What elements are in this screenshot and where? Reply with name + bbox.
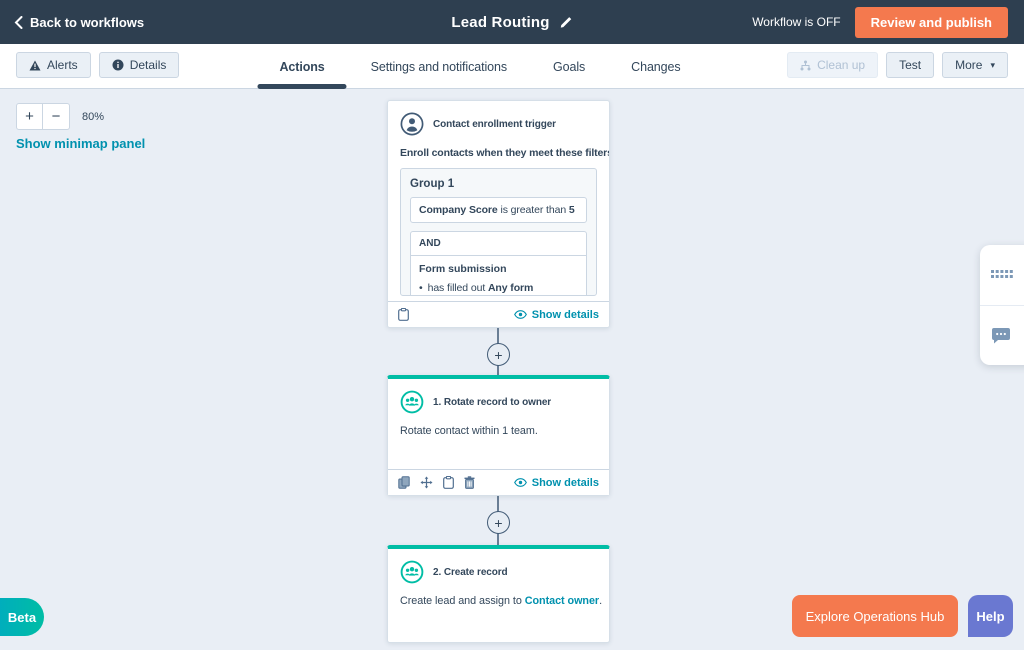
alerts-button[interactable]: Alerts — [16, 52, 91, 78]
details-label: Details — [130, 58, 167, 72]
enroll-filters-subtitle: Enroll contacts when they meet these fil… — [400, 147, 597, 159]
trigger-card-header: Contact enrollment trigger — [400, 112, 597, 136]
add-action-button-2[interactable]: + — [487, 511, 510, 534]
caret-down-icon: ▾ — [990, 60, 995, 71]
comment-bubble-icon — [991, 327, 1011, 344]
edit-pencil-icon[interactable] — [560, 16, 573, 29]
workflow-status-text: Workflow is OFF — [752, 15, 840, 29]
toolbar-left: Alerts Details — [16, 52, 179, 78]
test-button[interactable]: Test — [886, 52, 934, 78]
branch-icon — [800, 60, 811, 71]
trigger-show-details-label: Show details — [532, 309, 599, 321]
form-submission-detail: • has filled out Any form submission on … — [419, 281, 578, 296]
filter-group: Group 1 Company Score is greater than 5 … — [400, 168, 597, 296]
info-circle-icon — [112, 59, 124, 71]
contact-enrollment-trigger-card[interactable]: Contact enrollment trigger Enroll contac… — [387, 100, 610, 328]
back-label: Back to workflows — [30, 15, 144, 30]
tab-actions[interactable]: Actions — [279, 44, 324, 89]
review-and-publish-button[interactable]: Review and publish — [855, 7, 1008, 38]
filter-form-submission[interactable]: AND Form submission • has filled out Any… — [410, 231, 587, 296]
toolbar-right: Clean up Test More ▾ — [787, 52, 1008, 78]
warning-triangle-icon — [29, 60, 41, 71]
zoom-controls: + − 80% — [16, 103, 104, 130]
create-card-header: 2. Create record — [400, 560, 597, 584]
workflow-title-wrap: Lead Routing — [451, 14, 572, 31]
top-navigation-bar: Back to workflows Lead Routing Workflow … — [0, 0, 1024, 44]
eye-icon — [514, 310, 527, 319]
clean-up-button[interactable]: Clean up — [787, 52, 878, 78]
form-submission-body: Form submission • has filled out Any for… — [411, 256, 586, 296]
top-right-actions: Workflow is OFF Review and publish — [752, 7, 1008, 38]
contact-owner-link[interactable]: Contact owner — [525, 595, 599, 607]
more-button[interactable]: More ▾ — [942, 52, 1008, 78]
dotted-grid-icon — [991, 270, 1013, 279]
details-button[interactable]: Details — [99, 52, 180, 78]
alerts-label: Alerts — [47, 58, 78, 72]
tab-goals[interactable]: Goals — [553, 44, 585, 89]
workflow-title: Lead Routing — [451, 14, 549, 31]
create-card-title: 2. Create record — [433, 567, 508, 578]
help-button[interactable]: Help — [968, 595, 1013, 637]
show-minimap-link[interactable]: Show minimap panel — [16, 136, 145, 151]
clipboard-icon[interactable] — [443, 476, 454, 489]
tab-settings-and-notifications[interactable]: Settings and notifications — [371, 44, 507, 89]
rotate-card-footer: Show details — [388, 469, 609, 495]
filter-company-score[interactable]: Company Score is greater than 5 — [410, 197, 587, 223]
zoom-in-button[interactable]: + — [16, 103, 43, 130]
bullet-glyph: • — [419, 281, 423, 296]
trigger-card-footer: Show details — [388, 301, 609, 327]
tab-changes[interactable]: Changes — [631, 44, 680, 89]
add-action-button-1[interactable]: + — [487, 343, 510, 366]
move-icon[interactable] — [420, 476, 433, 489]
zoom-level-text: 80% — [82, 111, 104, 123]
team-record-icon — [400, 560, 424, 584]
back-to-workflows-link[interactable]: Back to workflows — [14, 15, 144, 30]
eye-icon — [514, 478, 527, 487]
action-card-create-record[interactable]: 2. Create record Create lead and assign … — [387, 545, 610, 643]
filter-operator: is greater than — [498, 204, 569, 216]
form-submission-title: Form submission — [419, 263, 578, 275]
rotate-card-body: Rotate contact within 1 team. — [400, 425, 597, 437]
clipboard-icon[interactable] — [398, 308, 409, 321]
clean-up-label: Clean up — [817, 58, 865, 72]
filter-value: 5 — [569, 204, 575, 216]
rotate-card-title: 1. Rotate record to owner — [433, 397, 551, 408]
more-label: More — [955, 58, 982, 72]
comments-panel-button[interactable] — [980, 305, 1024, 366]
chevron-left-icon — [14, 16, 23, 29]
rotate-show-details-label: Show details — [532, 477, 599, 489]
zoom-out-button[interactable]: − — [43, 103, 70, 130]
trigger-show-details-link[interactable]: Show details — [514, 309, 599, 321]
filter-group-label: Group 1 — [410, 178, 587, 190]
beta-badge: Beta — [0, 598, 44, 636]
explore-operations-hub-button[interactable]: Explore Operations Hub — [792, 595, 958, 637]
rotate-card-header: 1. Rotate record to owner — [400, 390, 597, 414]
editor-toolbar: Alerts Details Actions Settings and noti… — [0, 44, 1024, 89]
form-submission-text: has filled out Any form submission on An… — [428, 281, 578, 296]
trigger-card-title: Contact enrollment trigger — [433, 119, 556, 130]
action-card-rotate-record[interactable]: 1. Rotate record to owner Rotate contact… — [387, 375, 610, 496]
editor-tabs: Actions Settings and notifications Goals… — [279, 44, 680, 89]
rotate-show-details-link[interactable]: Show details — [514, 477, 599, 489]
right-tools-panel — [980, 245, 1024, 365]
team-rotate-icon — [400, 390, 424, 414]
contact-person-icon — [400, 112, 424, 136]
create-card-body: Create lead and assign to Contact owner. — [400, 595, 597, 607]
data-panel-button[interactable] — [980, 245, 1024, 305]
and-label: AND — [411, 232, 586, 256]
filter-field: Company Score — [419, 204, 498, 216]
trash-icon[interactable] — [464, 476, 475, 489]
workflow-editor: Back to workflows Lead Routing Workflow … — [0, 0, 1024, 650]
copy-icon[interactable] — [398, 476, 410, 489]
